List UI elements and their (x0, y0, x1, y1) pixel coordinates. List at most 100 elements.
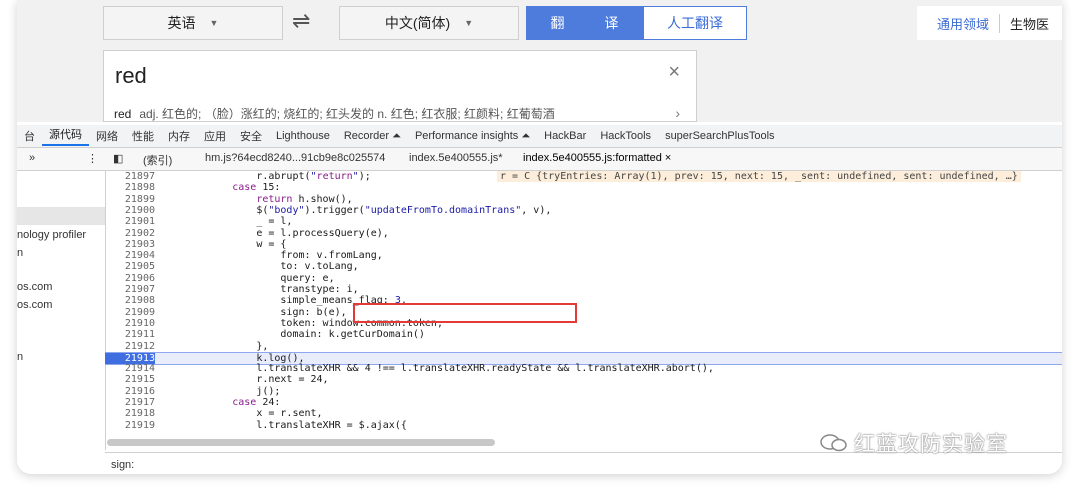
sources-navigator: nology profiler n os.com os.com n (17, 171, 106, 450)
devtools-tab[interactable]: Recorder ⏶ (337, 130, 408, 143)
devtools-tab[interactable]: superSearchPlusTools (658, 130, 781, 142)
inline-variable-value: r = C {tryEntries: Array(1), prev: 15, n… (497, 171, 1021, 182)
tree-item[interactable]: os.com (17, 299, 52, 311)
swap-languages-icon[interactable]: ⇌ (292, 8, 310, 34)
code-line[interactable]: 21914 l.translateXHR && 4 !== l.translat… (105, 363, 1062, 374)
code-line[interactable]: 21908 simple_means_flag: 3, (105, 295, 1062, 306)
line-number[interactable]: 21902 (105, 228, 155, 239)
file-tab[interactable]: index.5e400555.js* (409, 152, 503, 164)
domain-bio-link[interactable]: 生物医 (1000, 14, 1049, 33)
code-text: return h.show(), (256, 193, 353, 205)
translator-page: 英语 ▼ ⇌ 中文(简体) ▼ 翻 译 人工翻译 通用领域 生物医 red × … (17, 0, 1062, 122)
devtools-tab[interactable]: 台 (17, 128, 42, 144)
line-number[interactable]: 21911 (105, 329, 155, 340)
more-tabs-icon[interactable]: » (29, 152, 35, 164)
code-line[interactable]: 21906 query: e, (105, 273, 1062, 284)
code-line[interactable]: 21917 case 24: (105, 397, 1062, 408)
horizontal-scrollbar[interactable] (107, 439, 495, 446)
line-number[interactable]: 21918 (105, 408, 155, 419)
line-number[interactable]: 21899 (105, 194, 155, 205)
line-number[interactable]: 21909 (105, 307, 155, 318)
screenshot-frame: 英语 ▼ ⇌ 中文(简体) ▼ 翻 译 人工翻译 通用领域 生物医 red × … (17, 0, 1062, 474)
file-tab-index[interactable]: (索引) (143, 152, 172, 168)
file-tab-label: index.5e400555.js:formatted (523, 152, 662, 164)
close-icon[interactable]: × (668, 61, 680, 84)
line-number[interactable]: 21917 (105, 397, 155, 408)
devtools-panel: 台源代码 网络 性能 内存 应用 安全 Lighthouse Recorder ⏶ Perfor… (17, 122, 1062, 474)
target-language-select[interactable]: 中文(简体) ▼ (339, 6, 519, 40)
source-text-input[interactable]: red × red adj. 红色的; （脸）涨红的; 烧红的; 红头发的 n. … (103, 50, 697, 122)
search-query: sign: (111, 459, 135, 471)
line-number[interactable]: 21914 (105, 363, 155, 374)
code-text: to: v.toLang, (160, 261, 359, 273)
code-editor[interactable]: 21897 r.abrupt("return"); r = C {tryEntri… (105, 171, 1062, 450)
code-line[interactable]: 21897 r.abrupt("return"); r = C {tryEntri… (105, 171, 1062, 182)
devtools-tab[interactable]: 安全 (233, 128, 269, 144)
code-text: l.translateXHR = $.ajax({ (160, 419, 407, 431)
devtools-tab[interactable]: HackBar (537, 130, 593, 142)
line-number[interactable]: 21904 (105, 250, 155, 261)
line-number[interactable]: 21901 (105, 216, 155, 227)
code-line[interactable]: 21909 sign: b(e), (105, 307, 1062, 318)
code-line[interactable]: 21907 transtype: i, (105, 284, 1062, 295)
code-text: _ = l, (160, 216, 293, 228)
code-line[interactable]: 21915 r.next = 24, (105, 374, 1062, 385)
devtools-tab[interactable]: HackTools (593, 130, 658, 142)
code-line[interactable]: 21905 to: v.toLang, (105, 261, 1062, 272)
code-text: sign: b(e), (160, 306, 347, 318)
tree-item[interactable]: nology profiler (17, 229, 86, 241)
line-number[interactable]: 21907 (105, 284, 155, 295)
devtools-tab[interactable]: 源代码 (42, 126, 89, 146)
source-language-select[interactable]: 英语 ▼ (103, 6, 283, 40)
file-tab[interactable]: hm.js?64ecd8240...91cb9e8c025574 (205, 152, 385, 164)
devtools-tab[interactable]: 内存 (161, 128, 197, 144)
line-number[interactable]: 21916 (105, 386, 155, 397)
code-text: e = l.processQuery(e), (160, 227, 389, 239)
chevron-right-icon[interactable]: › (675, 105, 680, 121)
source-language-label: 英语 (167, 15, 196, 31)
devtools-tab[interactable]: 性能 (125, 128, 161, 144)
line-number[interactable]: 21903 (105, 239, 155, 250)
devtools-tab[interactable]: 网络 (89, 128, 125, 144)
tree-item[interactable]: n (17, 247, 23, 259)
menu-icon[interactable]: ⋮ (87, 152, 98, 165)
tree-item[interactable]: n (17, 351, 23, 363)
translate-button[interactable]: 翻 译 (526, 6, 643, 40)
code-line[interactable]: 21899 return h.show(), (105, 194, 1062, 205)
line-number[interactable]: 21910 (105, 318, 155, 329)
line-number[interactable]: 21919 (105, 420, 155, 431)
code-text: $("body").trigger("updateFromTo.domainTr… (160, 204, 552, 216)
line-number[interactable]: 21906 (105, 273, 155, 284)
line-number[interactable]: 21898 (105, 182, 155, 193)
code-line[interactable]: 21901 _ = l, (105, 216, 1062, 227)
file-tab-bar: » ⋮ ◧ (索引) hm.js?64ecd8240...91cb9e8c025… (17, 148, 1062, 171)
line-number[interactable]: 21912 (105, 341, 155, 352)
code-line[interactable]: 21911 domain: k.getCurDomain() (105, 329, 1062, 340)
line-number[interactable]: 21900 (105, 205, 155, 216)
human-translate-button[interactable]: 人工翻译 (643, 6, 747, 40)
code-line[interactable]: 21900 $("body").trigger("updateFromTo.do… (105, 205, 1062, 216)
code-text: j(); (160, 385, 281, 397)
code-line[interactable]: 21916 j(); (105, 386, 1062, 397)
code-line[interactable]: 21902 e = l.processQuery(e), (105, 228, 1062, 239)
dictionary-suggestion[interactable]: red adj. 红色的; （脸）涨红的; 烧红的; 红头发的 n. 红色; 红衣… (114, 105, 555, 122)
code-line[interactable]: 21918 x = r.sent, (105, 408, 1062, 419)
tree-item[interactable]: os.com (17, 281, 52, 293)
line-number[interactable]: 21905 (105, 261, 155, 272)
devtools-tab[interactable]: Performance insights ⏶ (408, 130, 537, 143)
code-line[interactable]: 21903 w = { (105, 239, 1062, 250)
panel-toggle-icon[interactable]: ◧ (113, 152, 123, 165)
close-icon[interactable]: × (665, 152, 671, 164)
code-line[interactable]: 21898 case 15: (105, 182, 1062, 193)
line-number[interactable]: 21915 (105, 374, 155, 385)
line-number[interactable]: 21908 (105, 295, 155, 306)
domain-general-link[interactable]: 通用领域 (917, 13, 1001, 33)
code-line[interactable]: 21910 token: window.common.token, (105, 318, 1062, 329)
devtools-tab[interactable]: Lighthouse (269, 130, 337, 142)
selected-tree-row[interactable] (17, 207, 105, 225)
file-tab-active[interactable]: index.5e400555.js:formatted × (523, 152, 671, 164)
line-number[interactable]: 21897 (105, 171, 155, 182)
devtools-tab[interactable]: 应用 (197, 128, 233, 144)
code-line[interactable]: 21904 from: v.fromLang, (105, 250, 1062, 261)
code-line[interactable]: 21912 }, (105, 341, 1062, 352)
